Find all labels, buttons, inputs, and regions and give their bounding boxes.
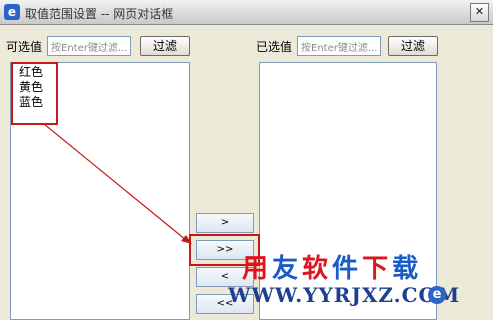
watermark-char: 下 [362,254,393,284]
watermark-brand: 用友软件下载 [242,248,422,285]
watermark-char: 软 [302,254,333,284]
watermark-char: 友 [272,254,303,284]
watermark-logo-icon: e [428,286,446,304]
watermark-char: 用 [242,254,273,284]
watermark-char: 载 [392,254,423,284]
watermark-url: WWW.YYRJXZ.COM [228,283,461,307]
watermark-char: 件 [332,254,363,284]
